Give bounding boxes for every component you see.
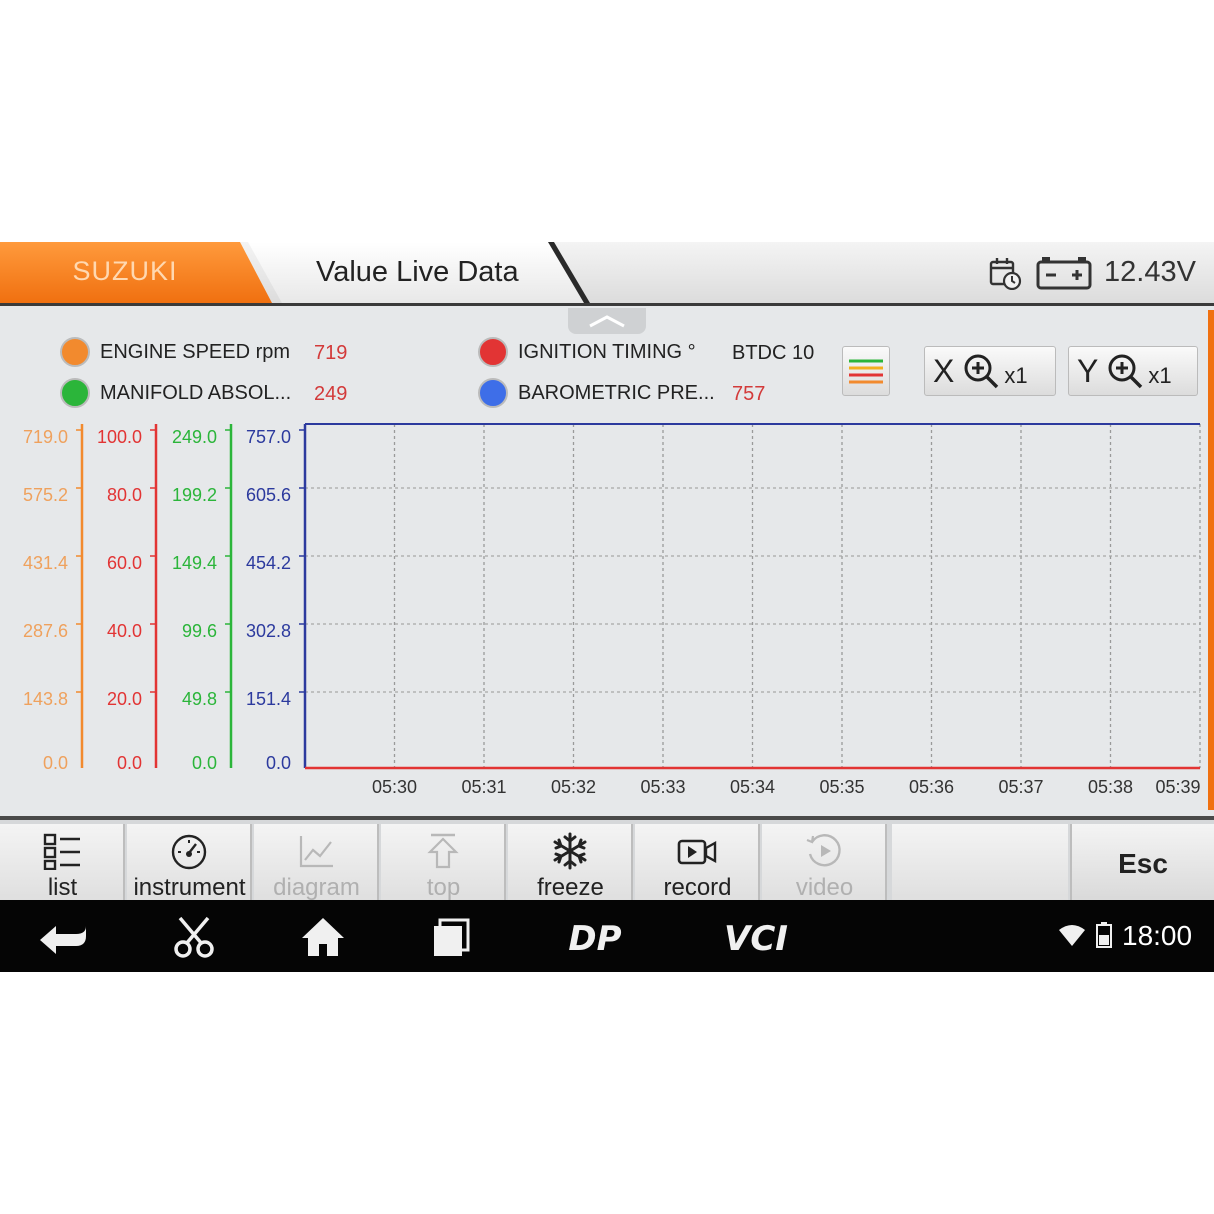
device-screen: SUZUKI Value Live Data 12.43V ENGINE SPE… [0,242,1214,972]
battery-icon [1036,257,1092,290]
diagram-button[interactable]: diagram [254,824,379,904]
y-tick-label: 249.0 [172,427,217,447]
freeze-label: freeze [537,874,604,901]
y-tick-label: 151.4 [246,689,291,709]
home-icon[interactable] [300,916,346,958]
vci-app-icon[interactable]: VCI [712,916,800,958]
y-tick-label: 431.4 [23,553,68,573]
y-tick-label: 40.0 [107,621,142,641]
dp-label: DP [568,919,621,958]
x-tick-label: 05:36 [909,777,954,797]
x-tick-label: 05:35 [819,777,864,797]
y-tick-label: 149.4 [172,553,217,573]
snowflake-icon [553,832,587,870]
battery-voltage: 12.43V [1104,256,1196,288]
header-bar: SUZUKI Value Live Data 12.43V [0,242,1214,306]
brand-label: SUZUKI [72,256,178,286]
y-tick-label: 0.0 [117,753,142,773]
y-tick-label: 60.0 [107,553,142,573]
gauge-icon [171,834,207,870]
live-data-chart-panel: ENGINE SPEED rpm 719 MANIFOLD ABSOL... 2… [0,306,1214,816]
battery-status-icon [1096,922,1112,948]
esc-button[interactable]: Esc [1070,824,1214,904]
recents-icon[interactable] [430,916,474,958]
replay-video-icon [806,834,841,867]
y-tick-label: 100.0 [97,427,142,447]
top-label: top [426,874,461,901]
wifi-icon [1059,925,1085,946]
calendar-clock-icon[interactable] [988,256,1022,290]
instrument-label: instrument [133,874,246,901]
y-tick-label: 0.0 [192,753,217,773]
x-tick-label: 05:31 [461,777,506,797]
top-button[interactable]: top [381,824,506,904]
system-navigation-bar: DP VCI 18:00 [0,900,1214,972]
y-tick-label: 0.0 [266,753,291,773]
y-tick-label: 20.0 [107,689,142,709]
y-tick-label: 99.6 [182,621,217,641]
instrument-button[interactable]: instrument [127,824,252,904]
y-tick-label: 49.8 [182,689,217,709]
diagram-label: diagram [273,874,360,901]
x-tick-label: 05:32 [551,777,596,797]
freeze-button[interactable]: freeze [508,824,633,904]
y-tick-label: 143.8 [23,689,68,709]
back-arrow-icon[interactable] [36,916,92,958]
list-label: list [47,874,78,901]
video-camera-icon [677,839,717,865]
move-to-top-icon [427,833,459,869]
live-data-chart: 719.0 575.2 431.4 287.6 143.8 0.0 100.0 80.0 60.… [23,423,1201,797]
toolbar-spacer [892,824,1068,904]
y-tick-label: 199.2 [172,485,217,505]
y-tick-label: 302.8 [246,621,291,641]
y-tick-label: 757.0 [246,427,291,447]
bottom-toolbar: list instrument diagram top freeze recor… [0,816,1214,904]
video-button[interactable]: video [762,824,887,904]
y-tick-label: 287.6 [23,621,68,641]
y-tick-label: 0.0 [43,753,68,773]
line-chart-icon [299,836,333,868]
y-tick-label: 719.0 [23,427,68,447]
list-icon [43,833,80,870]
dp-app-icon[interactable]: DP [556,916,634,958]
page-title: Value Live Data [316,256,519,288]
scissors-icon[interactable] [172,916,216,958]
x-tick-label: 05:38 [1088,777,1133,797]
video-label: video [795,874,854,901]
y-tick-label: 80.0 [107,485,142,505]
list-button[interactable]: list [0,824,125,904]
y-tick-label: 454.2 [246,553,291,573]
clock: 18:00 [1122,920,1193,951]
x-tick-label: 05:30 [372,777,417,797]
x-tick-label: 05:34 [730,777,775,797]
y-tick-label: 575.2 [23,485,68,505]
x-tick-label: 05:33 [640,777,685,797]
vci-label: VCI [724,919,788,958]
x-tick-label: 05:37 [998,777,1043,797]
record-button[interactable]: record [635,824,760,904]
esc-label: Esc [1118,848,1168,879]
y-tick-label: 605.6 [246,485,291,505]
x-tick-label: 05:39 [1155,777,1200,797]
record-label: record [663,874,732,901]
